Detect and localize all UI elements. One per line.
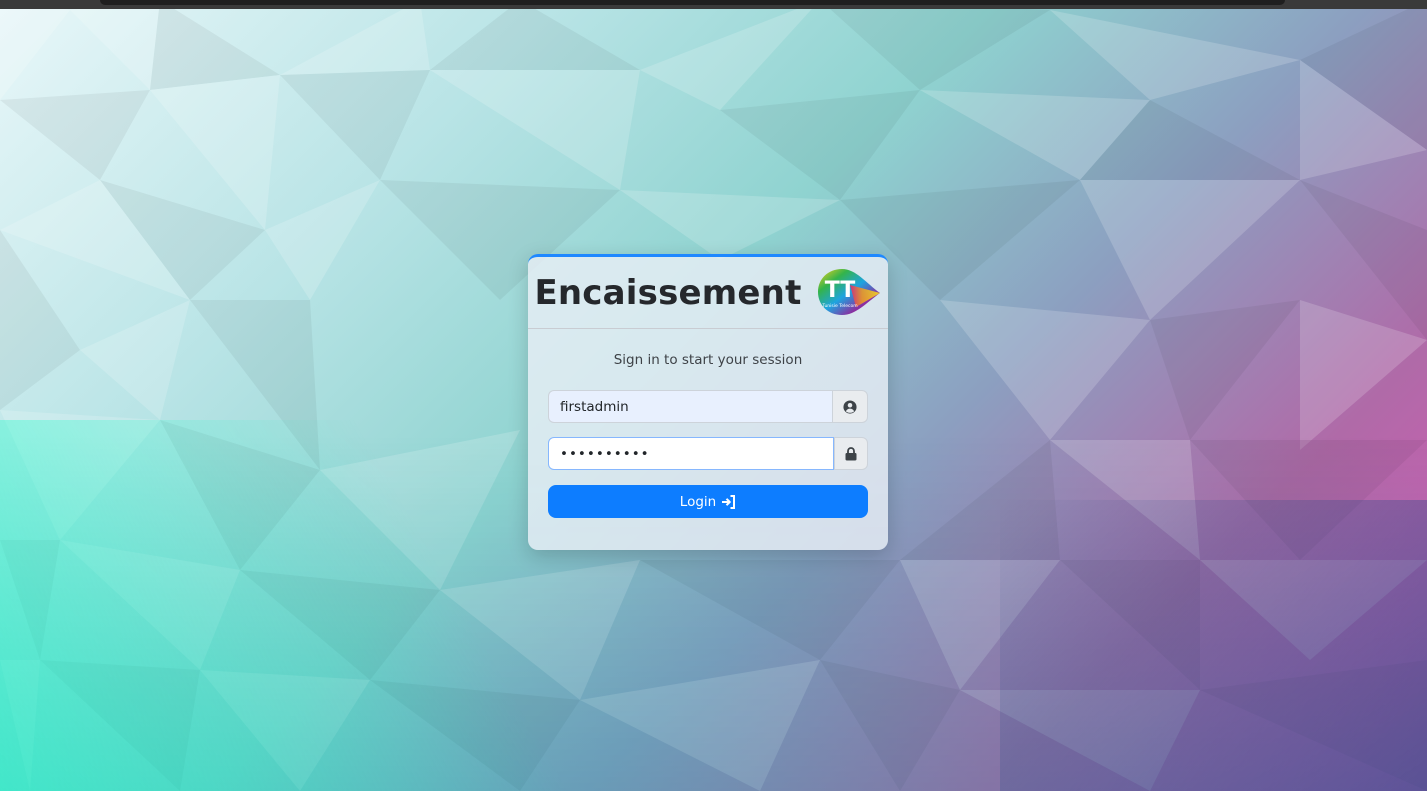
app-title: Encaissement (534, 272, 802, 313)
username-input-group (548, 390, 868, 423)
sign-in-arrow-icon (722, 494, 736, 509)
login-subtitle: Sign in to start your session (613, 352, 803, 368)
user-circle-icon (843, 399, 857, 414)
tunisie-telecom-logo: TT Tunisie Telecom (817, 268, 880, 315)
login-card: Encaissement TT Tunisie Telecom Sign in … (528, 254, 888, 550)
username-input[interactable] (548, 390, 832, 423)
password-input[interactable] (548, 437, 834, 470)
password-input-group (548, 437, 868, 470)
password-addon (834, 437, 868, 470)
login-button-label: Login (679, 493, 717, 510)
svg-text:Tunisie Telecom: Tunisie Telecom (821, 303, 857, 309)
lock-icon (845, 446, 857, 460)
username-addon (832, 390, 868, 423)
browser-top-edge-inner (100, 0, 1285, 5)
login-button[interactable]: Login (548, 485, 868, 518)
browser-top-edge (0, 0, 1427, 9)
login-card-header: Encaissement TT Tunisie Telecom (528, 257, 888, 329)
svg-text:TT: TT (824, 278, 855, 303)
